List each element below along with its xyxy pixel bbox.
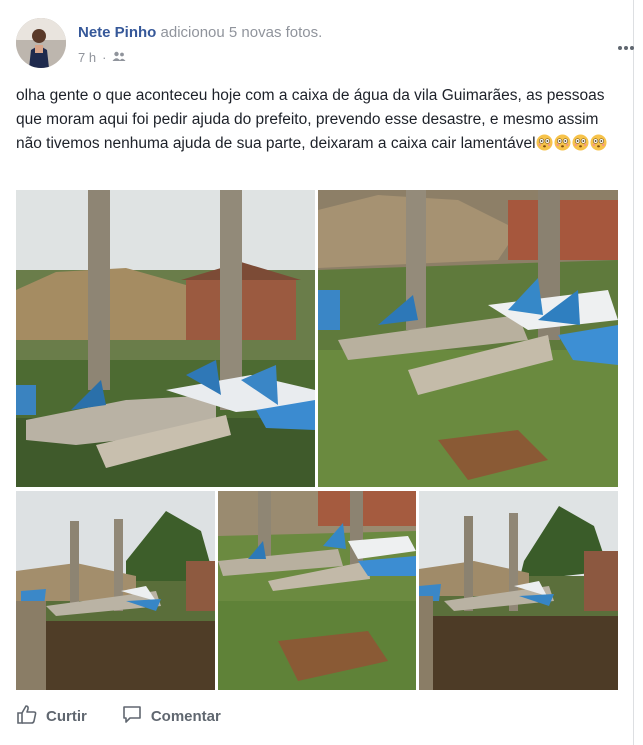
flushed-face-emoji (536, 134, 553, 151)
flushed-face-emoji (590, 134, 607, 151)
meta-separator: · (102, 50, 107, 65)
photo-2[interactable] (318, 190, 618, 487)
post-meta: 7 h · (78, 50, 126, 65)
post-message: olha gente o que aconteceu hoje com a ca… (16, 84, 622, 156)
photo-grid (16, 190, 618, 690)
author-name[interactable]: Nete Pinho (78, 24, 156, 41)
post-action-text: adicionou 5 novas fotos. (160, 24, 323, 41)
like-button[interactable]: Curtir (16, 703, 87, 729)
post-header: Nete Pinho adicionou 5 novas fotos. 7 h … (16, 18, 634, 72)
like-label: Curtir (46, 707, 87, 725)
flushed-face-emoji (572, 134, 589, 151)
post-title: Nete Pinho adicionou 5 novas fotos. (78, 24, 322, 41)
flushed-face-emoji (554, 134, 571, 151)
post-card: Nete Pinho adicionou 5 novas fotos. 7 h … (0, 0, 634, 745)
emoji-group (536, 134, 608, 152)
friends-icon (112, 50, 126, 65)
post-message-text: olha gente o que aconteceu hoje com a ca… (16, 87, 605, 152)
comment-icon (121, 703, 143, 729)
photo-4[interactable] (218, 491, 416, 690)
thumbs-up-icon (16, 703, 38, 729)
comment-button[interactable]: Comentar (121, 703, 221, 729)
photo-1[interactable] (16, 190, 315, 487)
photo-5[interactable] (419, 491, 618, 690)
more-options-icon[interactable] (616, 40, 640, 56)
comment-label: Comentar (150, 707, 221, 725)
photo-3[interactable] (16, 491, 215, 690)
avatar[interactable] (16, 18, 66, 68)
post-actions: Curtir Comentar (16, 700, 616, 732)
timestamp[interactable]: 7 h (78, 50, 96, 65)
